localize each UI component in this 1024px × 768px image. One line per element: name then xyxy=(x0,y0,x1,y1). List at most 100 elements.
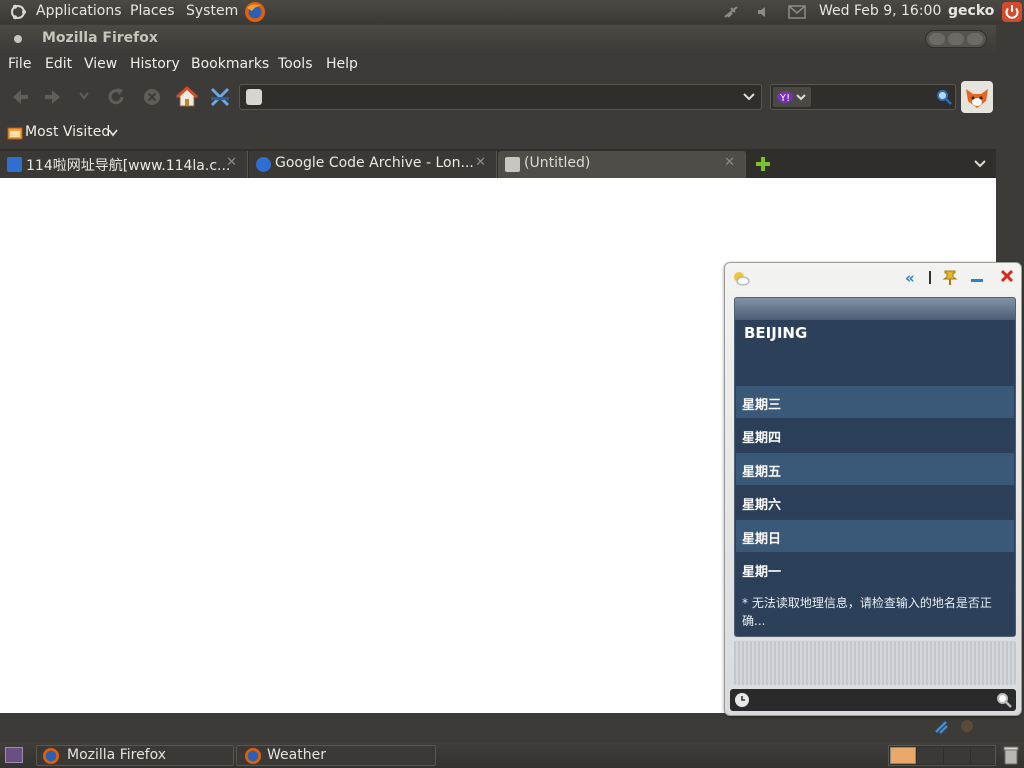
tab-google-code[interactable]: Google Code Archive - Lon... ✕ xyxy=(249,151,497,178)
taskbar-item-firefox[interactable]: Mozilla Firefox xyxy=(36,745,234,766)
weather-logo-icon xyxy=(732,270,750,286)
taskbar-label: Weather xyxy=(267,747,326,763)
most-visited-dropdown-icon[interactable] xyxy=(108,129,118,137)
stop-icon[interactable] xyxy=(141,86,163,108)
menu-bar: File Edit View History Bookmarks Tools H… xyxy=(0,53,996,77)
status-bar xyxy=(0,713,996,743)
title-bar[interactable]: Mozilla Firefox xyxy=(0,25,996,53)
navigation-toolbar: Y! xyxy=(0,77,996,117)
top-panel: Applications Places System Wed Feb 9, 16… xyxy=(0,0,1024,24)
window-menu-icon[interactable] xyxy=(14,35,22,43)
firefox-task-icon xyxy=(43,748,59,764)
search-icon[interactable] xyxy=(936,89,952,105)
tab-favicon-icon xyxy=(256,157,271,172)
tab-favicon-icon xyxy=(7,157,22,172)
workspace-3[interactable] xyxy=(944,747,970,764)
url-dropdown-icon[interactable] xyxy=(743,92,755,102)
close-gadget-icon[interactable] xyxy=(1000,269,1014,283)
minimize-button[interactable] xyxy=(929,33,945,45)
window-title: Mozilla Firefox xyxy=(42,30,158,46)
addon-status-icon[interactable] xyxy=(932,718,950,736)
workspace-2[interactable] xyxy=(917,747,943,764)
maximize-button[interactable] xyxy=(948,33,964,45)
show-desktop-icon[interactable] xyxy=(5,747,23,763)
city-name[interactable]: BEIJING xyxy=(744,324,807,342)
workspace-4[interactable] xyxy=(971,747,995,764)
most-visited-folder-icon xyxy=(7,126,23,140)
addon-status-icon-2[interactable] xyxy=(958,717,976,735)
workspace-1[interactable] xyxy=(890,747,916,764)
trash-icon[interactable] xyxy=(1002,745,1020,765)
firefox-task-icon xyxy=(245,748,261,764)
bottom-panel: Mozilla Firefox Weather xyxy=(0,743,1024,768)
tab-strip: 114啦网址导航[www.114la.c... ✕ Google Code Ar… xyxy=(0,149,996,178)
tab-close-icon[interactable]: ✕ xyxy=(724,155,735,170)
forward-icon[interactable] xyxy=(42,86,64,108)
weather-header xyxy=(735,298,1015,320)
power-icon[interactable] xyxy=(1001,1,1023,23)
weather-gadget-footer-bg xyxy=(734,641,1016,685)
back-icon[interactable] xyxy=(9,86,31,108)
forecast-day: 星期一 xyxy=(736,553,1014,585)
forecast-day: 星期四 xyxy=(736,419,1014,451)
day-label: 星期五 xyxy=(742,465,782,480)
clock[interactable]: Wed Feb 9, 16:00 xyxy=(819,3,941,19)
menu-tools[interactable]: Tools xyxy=(278,56,313,72)
history-dropdown-icon[interactable] xyxy=(78,91,90,101)
menu-help[interactable]: Help xyxy=(326,56,358,72)
volume-icon[interactable] xyxy=(755,4,771,20)
workspace-switcher[interactable] xyxy=(888,745,996,766)
system-menu[interactable]: System xyxy=(186,3,238,19)
divider xyxy=(929,271,931,284)
clock-icon[interactable] xyxy=(734,692,750,708)
menu-edit[interactable]: Edit xyxy=(45,56,72,72)
tab-label: 114啦网址导航[www.114la.c... xyxy=(26,158,231,174)
most-visited-menu[interactable]: Most Visited xyxy=(25,124,110,140)
tab-label: Google Code Archive - Lon... xyxy=(275,155,474,171)
new-tab-icon[interactable] xyxy=(754,155,772,173)
city-search-icon[interactable] xyxy=(996,692,1012,708)
places-menu[interactable]: Places xyxy=(130,3,175,19)
weather-gadget: « BEIJING 星期三 星期四 星期五 星期六 星期日 星期一 * 无法读取… xyxy=(724,262,1022,716)
firefox-launcher-icon[interactable] xyxy=(243,0,267,24)
tab-untitled[interactable]: (Untitled) ✕ xyxy=(498,151,746,178)
taskbar-item-weather[interactable]: Weather xyxy=(236,745,436,766)
tab-label: (Untitled) xyxy=(524,155,591,171)
applications-menu[interactable]: Applications xyxy=(36,3,122,19)
menu-bookmarks[interactable]: Bookmarks xyxy=(191,56,269,72)
menu-file[interactable]: File xyxy=(8,56,31,72)
pin-icon[interactable] xyxy=(941,268,959,286)
day-label: 星期四 xyxy=(742,431,782,446)
city-search-bar[interactable] xyxy=(730,689,1016,711)
bookmarks-toolbar: Most Visited xyxy=(0,117,996,149)
tools-addon-icon[interactable] xyxy=(208,85,232,109)
menu-view[interactable]: View xyxy=(84,56,117,72)
day-label: 星期三 xyxy=(742,398,782,413)
addon-fox-icon[interactable] xyxy=(961,81,993,113)
collapse-icon[interactable]: « xyxy=(905,269,915,287)
window-controls xyxy=(925,30,987,48)
search-engine-selector[interactable]: Y! xyxy=(773,87,811,107)
home-icon[interactable] xyxy=(175,85,199,109)
user-name[interactable]: gecko xyxy=(948,3,994,19)
tab-list-icon[interactable] xyxy=(973,159,987,169)
menu-history[interactable]: History xyxy=(130,56,180,72)
reload-icon[interactable] xyxy=(105,86,127,108)
tab-close-icon[interactable]: ✕ xyxy=(475,155,486,170)
ubuntu-logo-icon[interactable] xyxy=(9,3,27,21)
minimize-gadget-icon[interactable] xyxy=(971,279,983,282)
network-icon[interactable] xyxy=(722,4,740,20)
tab-close-icon[interactable]: ✕ xyxy=(226,155,237,170)
day-label: 星期日 xyxy=(742,532,782,547)
url-bar[interactable] xyxy=(239,84,762,110)
svg-text:Y!: Y! xyxy=(779,93,790,104)
site-identity-icon[interactable] xyxy=(246,89,262,105)
tab-114la[interactable]: 114啦网址导航[www.114la.c... ✕ xyxy=(0,151,248,178)
mail-icon[interactable] xyxy=(788,5,806,19)
close-window-button[interactable] xyxy=(967,33,983,45)
taskbar-label: Mozilla Firefox xyxy=(67,747,167,763)
forecast-day: 星期六 xyxy=(736,486,1014,518)
forecast-day: 星期三 xyxy=(736,386,1014,418)
search-bar[interactable]: Y! xyxy=(770,84,956,110)
error-message: * 无法读取地理信息，请检查输入的地名是否正确... xyxy=(742,596,992,628)
